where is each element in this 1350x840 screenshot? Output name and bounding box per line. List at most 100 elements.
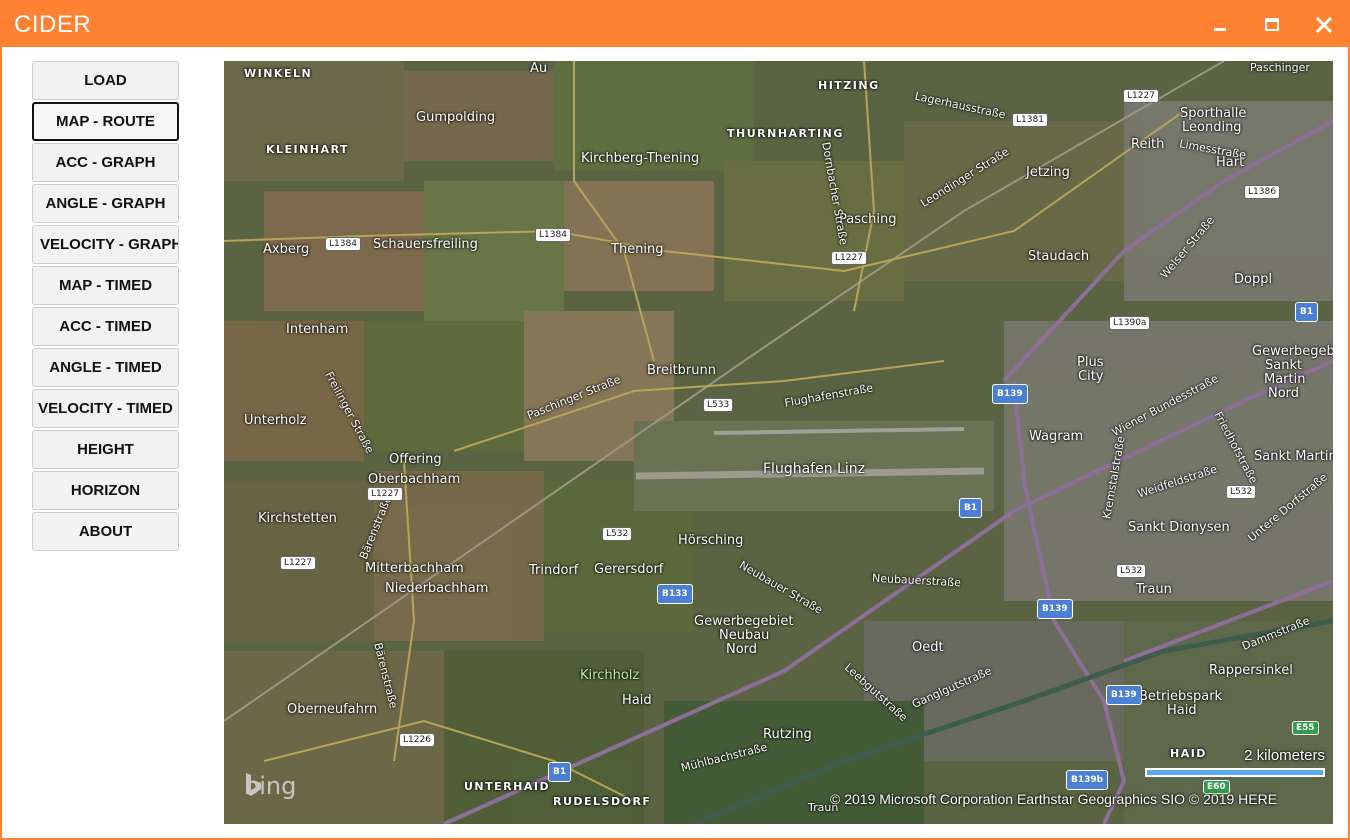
road-shield: L1227	[831, 251, 867, 265]
place-label: Oberbachham	[368, 472, 461, 487]
place-label: Intenham	[286, 322, 349, 337]
place-label: Flughafen Linz	[763, 461, 865, 477]
place-label: Pasching	[839, 212, 897, 227]
place-label: Nord	[1268, 386, 1300, 401]
velocity-graph-button[interactable]: VELOCITY - GRAPH	[32, 225, 179, 264]
place-label: Breitbrunn	[647, 363, 716, 378]
place-label: Gumpolding	[416, 110, 496, 125]
maximize-icon	[1265, 18, 1279, 31]
close-icon	[1315, 16, 1333, 34]
place-label: Rutzing	[763, 727, 812, 742]
place-label: Doppl	[1234, 272, 1273, 287]
road-shield: L1381	[1012, 113, 1048, 127]
bing-logo: bing	[244, 772, 296, 800]
place-label: Kirchberg-Thening	[581, 151, 700, 166]
bing-icon	[246, 773, 261, 796]
road-shield: B139	[992, 384, 1028, 404]
place-label: Reith	[1131, 137, 1165, 152]
place-label: Plus	[1077, 355, 1104, 370]
place-label: Offering	[389, 452, 442, 467]
app-title: CIDER	[14, 11, 92, 38]
place-label: Trindorf	[529, 563, 579, 578]
horizon-button[interactable]: HORIZON	[32, 471, 179, 510]
place-label: Leonding	[1182, 120, 1242, 135]
place-label: Niederbachham	[385, 581, 489, 596]
place-label: Sankt Martin	[1254, 449, 1333, 464]
minimize-button[interactable]	[1200, 8, 1240, 42]
place-label: Rappersinkel	[1209, 663, 1293, 678]
place-label: Sankt	[1265, 358, 1303, 373]
place-label: Au	[530, 61, 548, 76]
road-shield: L1227	[367, 487, 403, 501]
place-label: Thening	[611, 242, 664, 257]
place-label: Kirchholz	[580, 668, 640, 683]
sidebar: LOAD MAP - ROUTE ACC - GRAPH ANGLE - GRA…	[32, 61, 179, 553]
place-label: Staudach	[1028, 249, 1090, 264]
place-label: Nord	[726, 642, 758, 657]
place-label: Martin	[1264, 372, 1306, 387]
map-route-button[interactable]: MAP - ROUTE	[32, 102, 179, 141]
place-label: HITZING	[818, 79, 880, 92]
velocity-timed-button[interactable]: VELOCITY - TIMED	[32, 389, 179, 428]
road-shield: B139b	[1066, 770, 1109, 790]
place-label: Betriebspark	[1139, 689, 1223, 704]
road-shield: B1	[959, 498, 983, 518]
place-label: Gewerbegebiet	[694, 614, 794, 629]
scale-bar	[1145, 768, 1325, 777]
place-label: Kirchstetten	[258, 511, 337, 526]
road-shield: L532	[602, 527, 633, 541]
road-shield: L1384	[325, 237, 361, 251]
place-label: Oberneufahrn	[287, 702, 378, 717]
about-button[interactable]: ABOUT	[32, 512, 179, 551]
acc-graph-button[interactable]: ACC - GRAPH	[32, 143, 179, 182]
place-label: Unterholz	[244, 413, 307, 428]
road-shield: L533	[703, 398, 734, 412]
map-view[interactable]: WINKELN Au HITZING Paschinger Gumpolding…	[224, 61, 1333, 824]
place-label: Hörsching	[678, 533, 744, 548]
place-label: Haid	[622, 693, 652, 708]
place-label: Mitterbachham	[365, 561, 464, 576]
place-label: HAID	[1170, 747, 1207, 760]
road-shield: E55	[1292, 721, 1319, 735]
road-shield: B139	[1037, 599, 1073, 619]
load-button[interactable]: LOAD	[32, 61, 179, 100]
road-shield: L1390a	[1109, 316, 1151, 330]
place-label: City	[1078, 369, 1104, 384]
map-timed-button[interactable]: MAP - TIMED	[32, 266, 179, 305]
angle-timed-button[interactable]: ANGLE - TIMED	[32, 348, 179, 387]
road-shield: L1226	[399, 733, 435, 747]
close-button[interactable]	[1304, 8, 1344, 42]
place-label: Oedt	[912, 640, 944, 655]
place-label: WINKELN	[244, 67, 313, 80]
place-label: Neubau	[719, 628, 770, 643]
map-copyright: © 2019 Microsoft Corporation Earthstar G…	[830, 791, 1278, 807]
place-label: KLEINHART	[266, 143, 350, 156]
place-label: Gewerbegebiet	[1252, 344, 1333, 359]
road-shield: L1384	[535, 228, 571, 242]
minimize-icon	[1214, 28, 1226, 31]
road-shield: L532	[1226, 485, 1257, 499]
road-shield: B133	[657, 584, 693, 604]
place-label: Schauersfreiling	[373, 237, 478, 252]
place-label: Sporthalle	[1180, 106, 1247, 121]
angle-graph-button[interactable]: ANGLE - GRAPH	[32, 184, 179, 223]
road-shield: B1	[548, 762, 572, 782]
title-bar[interactable]: CIDER	[2, 2, 1348, 47]
road-shield: B1	[1295, 302, 1319, 322]
place-label: Haid	[1167, 703, 1197, 718]
place-label: Gerersdorf	[594, 562, 664, 577]
place-label: Sankt Dionysen	[1128, 520, 1230, 535]
acc-timed-button[interactable]: ACC - TIMED	[32, 307, 179, 346]
road-shield: B139	[1106, 685, 1142, 705]
road-shield: L532	[1116, 564, 1147, 578]
height-button[interactable]: HEIGHT	[32, 430, 179, 469]
maximize-button[interactable]	[1252, 8, 1292, 42]
place-label: RUDELSDORF	[553, 795, 652, 808]
place-label: Paschinger	[1250, 61, 1310, 74]
road-shield: L1227	[280, 556, 316, 570]
scale-label: 2 kilometers	[1244, 747, 1325, 764]
place-label: UNTERHAID	[464, 780, 551, 793]
place-label: Jetzing	[1026, 165, 1070, 180]
road-shield: L1386	[1244, 185, 1280, 199]
place-label: Axberg	[263, 242, 310, 257]
